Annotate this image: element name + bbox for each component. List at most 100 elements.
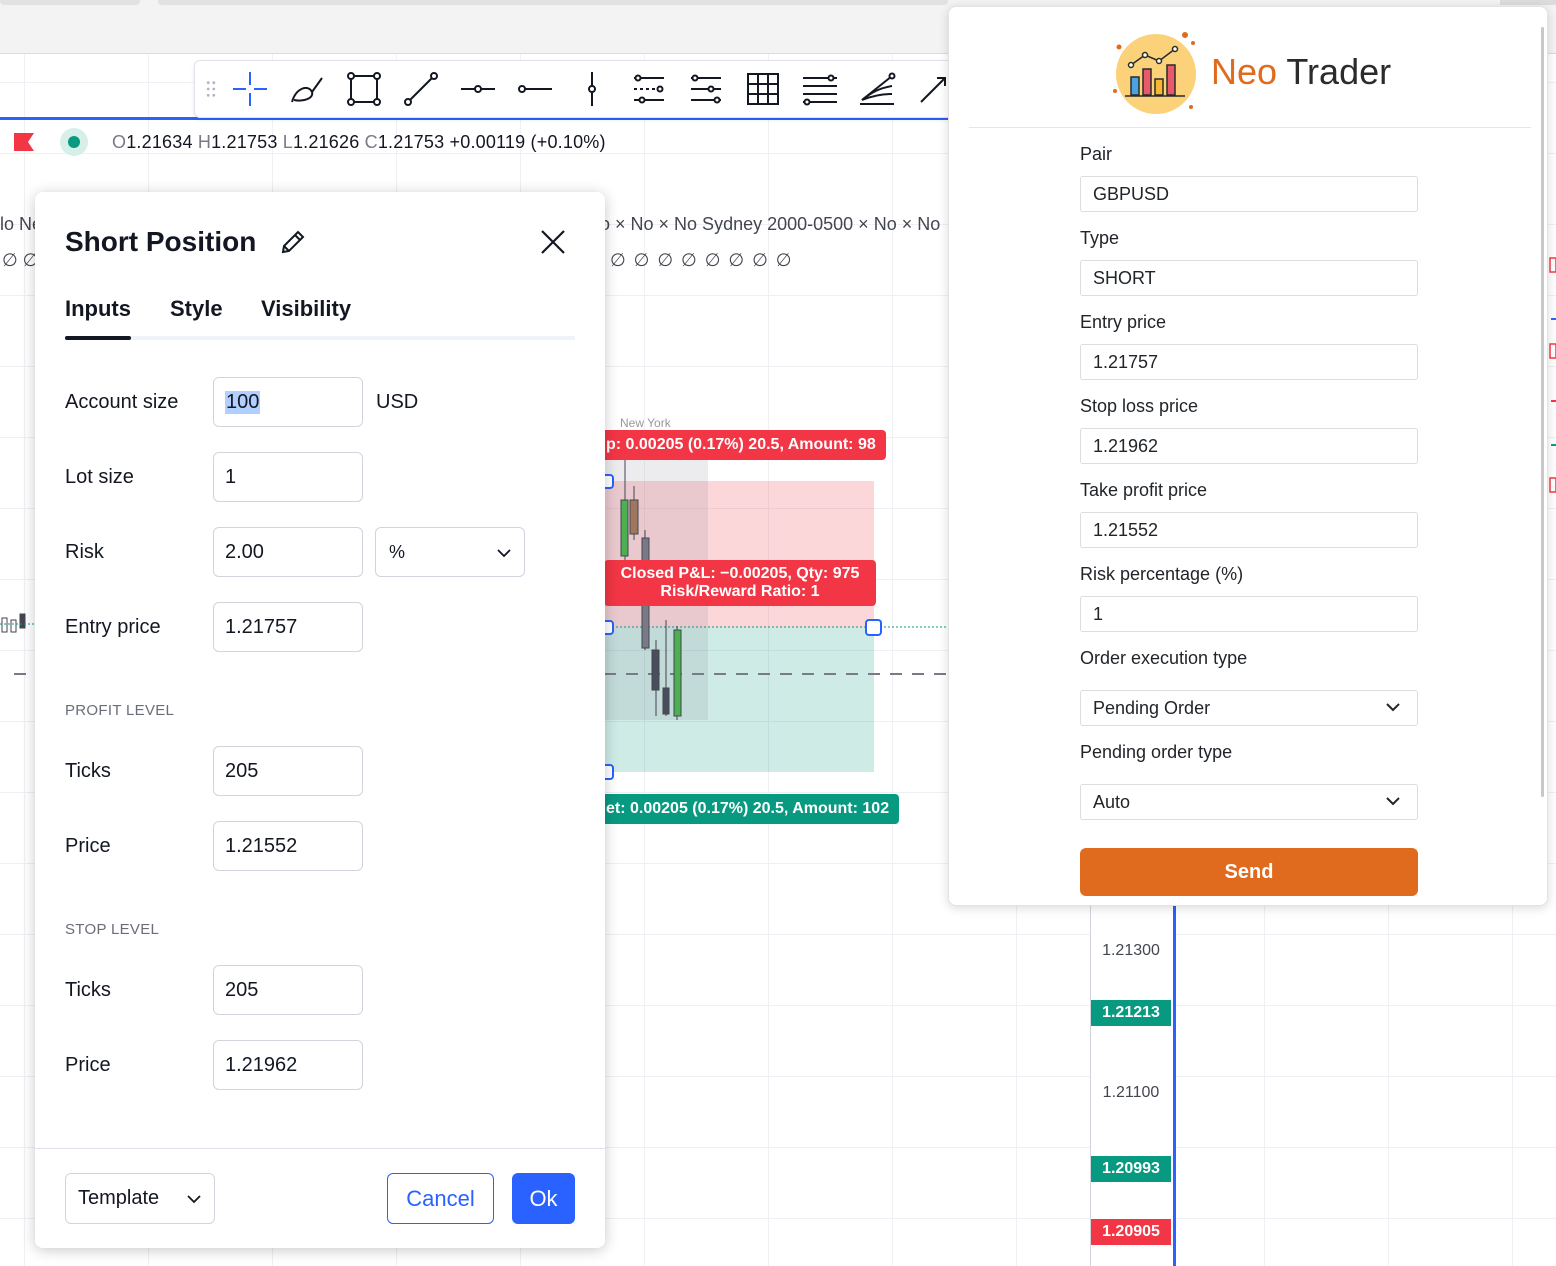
panel-scrollbar[interactable] bbox=[1541, 27, 1544, 797]
pair-input[interactable]: GBPUSD bbox=[1080, 176, 1418, 212]
pencil-icon[interactable] bbox=[279, 228, 307, 256]
price-axis-current-price: 1.21213 bbox=[1091, 1000, 1171, 1026]
profit-price-input[interactable]: 1.21552 bbox=[213, 821, 363, 871]
type-input[interactable]: SHORT bbox=[1080, 260, 1418, 296]
stop-loss-label: Stop loss price bbox=[1080, 396, 1199, 416]
crosshair-icon[interactable] bbox=[221, 66, 278, 112]
indicator-values-row: ∅∅∅∅∅∅∅∅ bbox=[610, 250, 800, 270]
parallel-channel-icon[interactable] bbox=[620, 66, 677, 112]
type-label: Type bbox=[1080, 228, 1120, 248]
template-label: Template bbox=[78, 1187, 160, 1209]
session-label-new-york: New York bbox=[620, 416, 671, 430]
candle bbox=[629, 499, 639, 535]
tab-visibility[interactable]: Visibility bbox=[261, 296, 351, 322]
open-key: O bbox=[112, 131, 127, 152]
brush-icon[interactable] bbox=[278, 66, 335, 112]
ohlc-legend: O1.21634 H1.21753 L1.21626 C1.21753 +0.0… bbox=[0, 128, 606, 156]
profit-level-heading: PROFIT LEVEL bbox=[65, 702, 175, 719]
send-button[interactable]: Send bbox=[1080, 848, 1418, 896]
candle bbox=[651, 649, 660, 691]
drag-handle-icon[interactable] bbox=[201, 74, 221, 104]
take-profit-label: Take profit price bbox=[1080, 480, 1208, 500]
order-execution-label: Order execution type bbox=[1080, 648, 1248, 668]
risk-percentage-input[interactable]: 1 bbox=[1080, 596, 1418, 632]
horizontal-line-icon[interactable] bbox=[506, 66, 563, 112]
tab-inputs[interactable]: Inputs bbox=[65, 296, 131, 340]
take-profit-input[interactable]: 1.21552 bbox=[1080, 512, 1418, 548]
risk-unit-value: % bbox=[389, 541, 406, 562]
cancel-button[interactable]: Cancel bbox=[387, 1173, 494, 1224]
template-dropdown[interactable]: Template bbox=[65, 1173, 215, 1224]
gann-box-icon[interactable] bbox=[734, 66, 791, 112]
account-size-input[interactable]: 100 bbox=[213, 377, 363, 427]
lot-size-label: Lot size bbox=[65, 466, 134, 488]
close-icon[interactable] bbox=[537, 226, 569, 258]
chevron-down-icon bbox=[1386, 703, 1400, 712]
price-axis-tick: 1.21100 bbox=[1102, 1084, 1160, 1101]
stop-level-label[interactable]: p: 0.00205 (0.17%) 20.5, Amount: 98 bbox=[600, 430, 886, 460]
pair-label: Pair bbox=[1080, 144, 1113, 164]
risk-input[interactable]: 2.00 bbox=[213, 527, 363, 577]
risk-label: Risk bbox=[65, 541, 104, 563]
header-divider bbox=[969, 127, 1531, 128]
price-axis[interactable]: 1.21300 1.21213 1.21100 1.20993 1.20905 bbox=[1090, 905, 1176, 1266]
account-size-label: Account size bbox=[65, 391, 179, 413]
risk-unit-select[interactable]: % bbox=[375, 527, 525, 577]
dialog-footer-divider bbox=[35, 1148, 605, 1149]
drawing-toolbar bbox=[194, 60, 974, 118]
profit-ticks-input[interactable]: 205 bbox=[213, 746, 363, 796]
order-execution-select[interactable]: Pending Order bbox=[1080, 690, 1418, 726]
vertical-line-icon[interactable] bbox=[563, 66, 620, 112]
profit-ticks-label: Ticks bbox=[65, 760, 111, 782]
dialog-title: Short Position bbox=[65, 226, 257, 257]
stop-ticks-input[interactable]: 205 bbox=[213, 965, 363, 1015]
dialog-tabs: Inputs Style Visibility bbox=[65, 296, 575, 340]
open-value: 1.21634 bbox=[126, 131, 193, 152]
tab-style[interactable]: Style bbox=[170, 296, 223, 322]
session-indicator-legend[interactable]: o × No × No Sydney 2000-0500 × No × No bbox=[600, 214, 940, 235]
change-value: +0.00119 (+0.10%) bbox=[449, 131, 606, 152]
fib-retracement-icon[interactable] bbox=[791, 66, 848, 112]
brand-first-word: Neo bbox=[1211, 51, 1278, 92]
neo-trader-logo-icon bbox=[1113, 32, 1196, 114]
pending-order-select[interactable]: Auto bbox=[1080, 784, 1418, 820]
screen: New York p: 0.00205 (0.17%) 20.5, Amount… bbox=[0, 0, 1556, 1266]
regression-trend-icon[interactable] bbox=[677, 66, 734, 112]
fib-fan-icon[interactable] bbox=[848, 66, 905, 112]
trend-line-icon[interactable] bbox=[392, 66, 449, 112]
low-key: L bbox=[282, 131, 293, 152]
chevron-down-icon bbox=[497, 549, 511, 558]
pending-order-value: Auto bbox=[1093, 791, 1131, 812]
short-position-dialog: Short Position Inputs Style Visibility A… bbox=[35, 192, 605, 1248]
order-execution-value: Pending Order bbox=[1093, 697, 1211, 718]
profit-price-label: Price bbox=[65, 835, 111, 857]
candle bbox=[662, 687, 670, 715]
low-value: 1.21626 bbox=[292, 131, 360, 152]
stop-loss-input[interactable]: 1.21962 bbox=[1080, 428, 1418, 464]
account-currency-label: USD bbox=[376, 391, 419, 413]
ok-button[interactable]: Ok bbox=[512, 1173, 575, 1224]
flag-icon[interactable] bbox=[14, 133, 34, 151]
pnl-label[interactable]: Closed P&L: −0.00205, Qty: 975 Risk/Rewa… bbox=[604, 560, 876, 606]
lot-size-input[interactable]: 1 bbox=[213, 452, 363, 502]
stop-ticks-label: Ticks bbox=[65, 979, 111, 1001]
rectangle-icon[interactable] bbox=[335, 66, 392, 112]
entry-price-input[interactable]: 1.21757 bbox=[213, 602, 363, 652]
candle bbox=[673, 629, 682, 717]
target-level-label[interactable]: et: 0.00205 (0.17%) 20.5, Amount: 102 bbox=[600, 794, 900, 824]
close-value: 1.21753 bbox=[377, 131, 445, 152]
candle bbox=[1, 617, 8, 633]
entry-price-input[interactable]: 1.21757 bbox=[1080, 344, 1418, 380]
candle bbox=[10, 619, 17, 633]
right-edge-markers bbox=[1549, 257, 1556, 493]
horizontal-ray-icon[interactable] bbox=[449, 66, 506, 112]
ohlc-values: O1.21634 H1.21753 L1.21626 C1.21753 +0.0… bbox=[112, 132, 606, 153]
neo-trader-brand: Neo Trader bbox=[1211, 51, 1391, 93]
account-size-value: 100 bbox=[225, 390, 261, 414]
risk-percentage-label: Risk percentage (%) bbox=[1080, 564, 1244, 584]
pnl-text: Closed P&L: −0.00205, Qty: 975 bbox=[620, 565, 860, 582]
price-axis-stop-price: 1.20905 bbox=[1091, 1219, 1171, 1245]
close-key: C bbox=[364, 131, 378, 152]
market-status-icon[interactable] bbox=[60, 128, 88, 156]
stop-price-input[interactable]: 1.21962 bbox=[213, 1040, 363, 1090]
